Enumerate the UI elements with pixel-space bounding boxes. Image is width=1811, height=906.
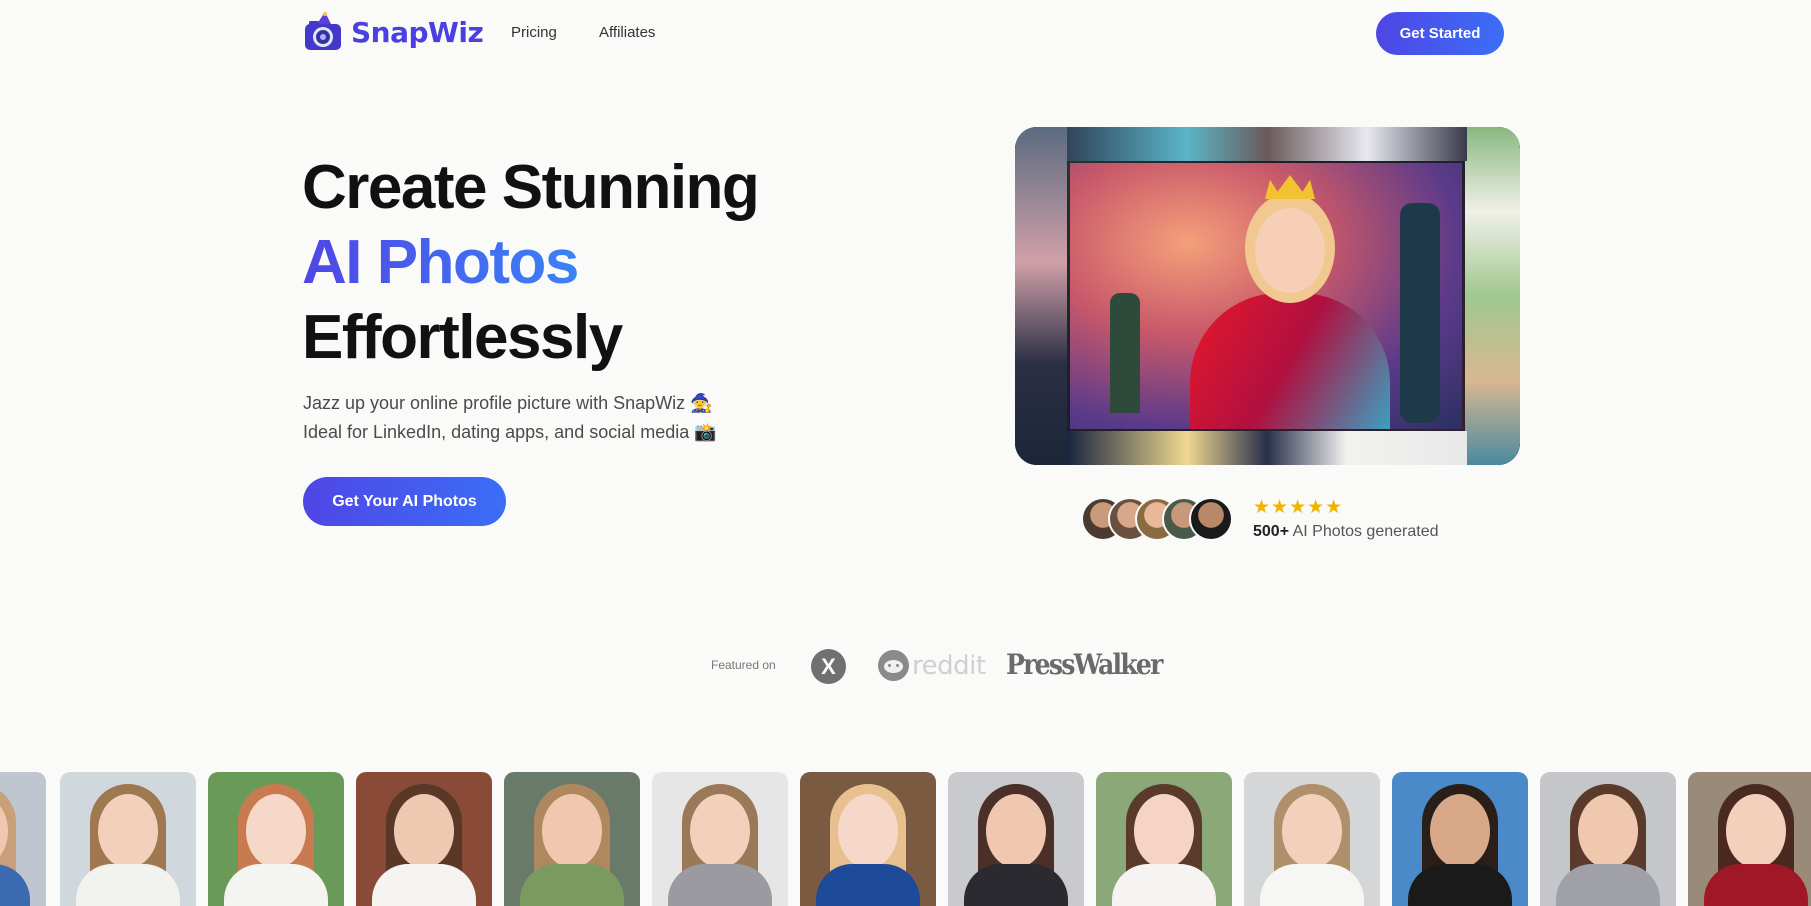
reddit-wordmark: reddit [912,650,986,681]
reddit-icon [878,650,909,681]
x-logo-icon[interactable]: X [811,649,846,684]
featured-on-label: Featured on [711,658,776,672]
hero-title-line1: Create Stunning [302,153,760,222]
reddit-logo[interactable]: reddit [878,650,986,681]
user-avatars [1081,497,1241,543]
presswalker-logo[interactable]: PressWalker [1006,648,1163,681]
camera-wizard-icon [305,12,341,50]
hero-title-accent: AI Photos [302,228,579,297]
sample-photo [356,772,492,906]
sample-photo [0,772,46,906]
hero-subtitle-line1: Jazz up your online profile picture with… [303,393,713,413]
get-ai-photos-button[interactable]: Get Your AI Photos [303,477,506,526]
page: SnapWiz Pricing Affiliates Get Started C… [0,0,1811,906]
hero-subtitle-line2: Ideal for LinkedIn, dating apps, and soc… [303,422,717,442]
sample-photo [948,772,1084,906]
nav-link-pricing[interactable]: Pricing [511,24,557,41]
sample-photo [1688,772,1811,906]
sample-photo-strip [0,772,1811,906]
sample-photo [800,772,936,906]
hero-image-collage [1015,127,1520,465]
sample-photo [1244,772,1380,906]
collage-bottom-strip [1067,431,1467,465]
photos-generated-count: 500+ AI Photos generated [1253,523,1439,541]
sample-photo [1392,772,1528,906]
hero-title: Create Stunning AI Photos Effortlessly [302,150,760,375]
collage-main-portrait [1070,163,1462,429]
sample-photo [1096,772,1232,906]
rating-stars: ★★★★★ [1253,497,1344,518]
sample-photo [208,772,344,906]
sample-photo [60,772,196,906]
sample-photo [504,772,640,906]
collage-top-strip [1067,127,1467,161]
collage-left-strip [1015,127,1067,465]
generated-count: 500+ [1253,523,1290,540]
top-nav: SnapWiz Pricing Affiliates Get Started [0,0,1811,66]
brand-name: SnapWiz [351,15,484,49]
hero-title-line3: Effortlessly [302,303,623,372]
hero-subtitle: Jazz up your online profile picture with… [303,389,717,447]
generated-label: AI Photos generated [1292,523,1439,540]
brand-logo[interactable]: SnapWiz [303,10,484,54]
nav-link-affiliates[interactable]: Affiliates [599,24,655,41]
collage-right-strip [1465,127,1520,465]
sample-photo [652,772,788,906]
get-started-button[interactable]: Get Started [1376,12,1504,55]
sample-photo [1540,772,1676,906]
avatar [1189,497,1233,541]
